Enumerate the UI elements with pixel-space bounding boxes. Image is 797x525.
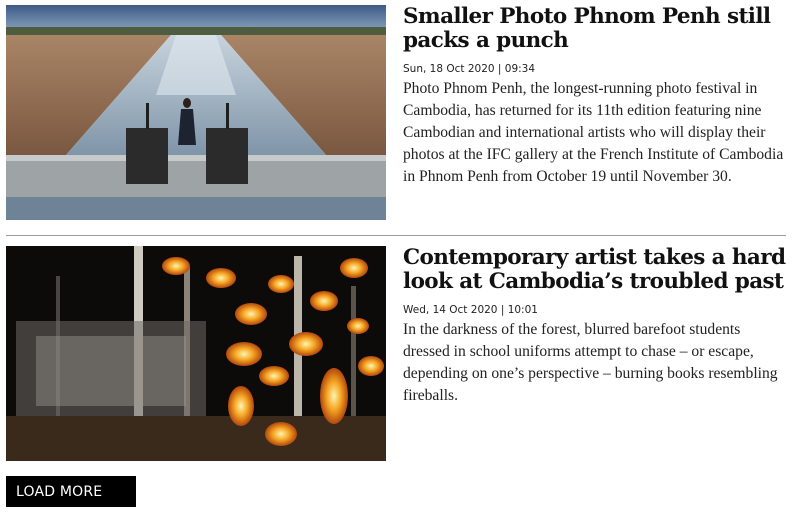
article-date: Sun, 18 Oct 2020 | 09:34 (403, 63, 536, 75)
canal-photo-illustration (6, 5, 386, 220)
article-headline[interactable]: Smaller Photo Phnom Penh still packs a p… (403, 5, 788, 53)
article-thumbnail-canal[interactable] (6, 5, 386, 220)
article-date: Wed, 14 Oct 2020 | 10:01 (403, 304, 538, 316)
article-card: Smaller Photo Phnom Penh still packs a p… (6, 5, 786, 220)
article-divider (6, 235, 786, 236)
article-thumbnail-forest[interactable] (6, 246, 386, 461)
article-headline[interactable]: Contemporary artist takes a hard look at… (403, 246, 788, 294)
article-summary: Photo Phnom Penh, the longest-running ph… (403, 80, 784, 185)
article-text: Contemporary artist takes a hard look at… (403, 246, 788, 407)
load-more-button[interactable]: LOAD MORE (6, 476, 136, 507)
article-summary: In the darkness of the forest, blurred b… (403, 321, 778, 404)
article-text: Smaller Photo Phnom Penh still packs a p… (403, 5, 788, 188)
forest-photo-illustration (6, 246, 386, 461)
article-card: Contemporary artist takes a hard look at… (6, 246, 786, 461)
